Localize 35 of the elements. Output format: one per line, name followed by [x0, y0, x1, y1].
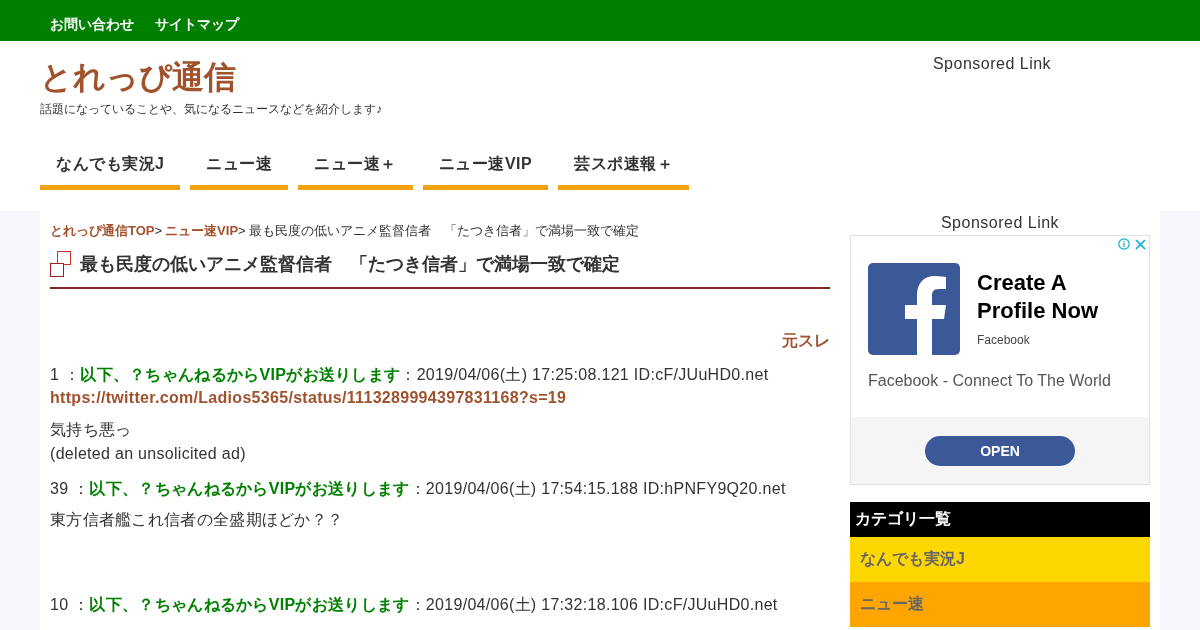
breadcrumb-separator: > — [238, 223, 246, 238]
post-link[interactable]: https://twitter.com/Ladios5365/status/1113289994397831168?s=19 — [50, 386, 830, 410]
breadcrumb-separator: > — [154, 223, 163, 238]
post-header: 39 ：以下、？ちゃんねるからVIPがお送りします：2019/04/06(土) 17:54:15.188 ID:hPNFY9Q20.net — [50, 479, 787, 499]
close-icon[interactable] — [1135, 238, 1146, 250]
top-link[interactable]: お問い合わせ — [50, 7, 134, 34]
nav-tab[interactable]: ニュー速 — [190, 141, 289, 190]
ad-description: Facebook - Connect To The World — [867, 371, 1112, 391]
category-heading: カテゴリ一覧 — [850, 502, 1150, 537]
post-header: 1 ：以下、？ちゃんねるからVIPがお送りします：2019/04/06(土) 17:25:08.121 ID:cF/JUuHD0.net — [50, 365, 770, 385]
info-icon[interactable] — [1118, 238, 1130, 250]
site-title[interactable]: とれっぴ通信 — [40, 55, 382, 99]
post-text: 気持ち悪っ — [50, 420, 133, 440]
breadcrumb-link[interactable]: ニュー速VIP — [165, 223, 239, 238]
category-item[interactable]: なんでも実況J — [850, 537, 1150, 582]
breadcrumb-link[interactable]: とれっぴ通信TOP — [50, 223, 155, 238]
sponsored-label: Sponsored Link — [939, 213, 1061, 233]
site-tagline: 話題になっていることや、気になるニュースなどを紹介します♪ — [40, 101, 382, 118]
nav-tab[interactable]: ニュー速＋ — [298, 141, 413, 190]
breadcrumb-current: 最も民度の低いアニメ監督信者 「たつき信者」で満場一致で確定 — [248, 222, 639, 240]
squares-icon — [50, 251, 72, 277]
top-link[interactable]: サイトマップ — [155, 7, 239, 34]
open-button[interactable]: OPEN — [925, 435, 1075, 466]
article-title: 最も民度の低いアニメ監督信者 「たつき信者」で満場一致で確定 — [80, 253, 620, 276]
nav-tab[interactable]: 芸スポ速報＋ — [558, 141, 690, 190]
post-header: 10 ：以下、？ちゃんねるからVIPがお送りします：2019/04/06(土) 17:32:18.106 ID:cF/JUuHD0.net — [50, 595, 779, 615]
source-link[interactable]: 元スレ — [782, 331, 830, 352]
sponsored-label: Sponsored Link — [931, 55, 1053, 74]
post-text: 東方信者艦これ信者の全盛期ほどか？？ — [50, 510, 345, 530]
ad-headline[interactable]: Create A Profile Now — [977, 269, 1117, 325]
nav-tab[interactable]: なんでも実況J — [40, 141, 181, 190]
logo-icon — [868, 263, 960, 355]
ad-advertiser: Facebook — [977, 333, 1031, 347]
nav-tab[interactable]: ニュー速VIP — [422, 141, 549, 190]
post-text: (deleted an unsolicited ad) — [50, 444, 247, 464]
